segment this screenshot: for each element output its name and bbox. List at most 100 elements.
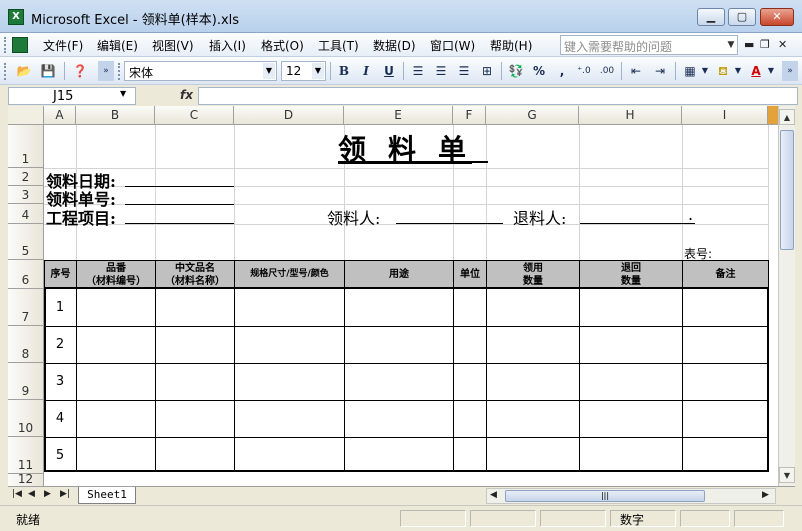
insert-function-button[interactable]: fx <box>180 88 193 102</box>
toolbar-grip[interactable] <box>118 63 121 80</box>
decrease-indent-icon[interactable]: ⇤ <box>626 61 646 81</box>
bold-button[interactable]: B <box>334 61 354 81</box>
scroll-right-icon[interactable]: ▶ <box>762 490 769 500</box>
comma-button[interactable]: , <box>552 61 572 81</box>
menu-help[interactable]: 帮助(H) <box>490 37 532 54</box>
chevron-down-icon[interactable]: ▼ <box>263 63 275 79</box>
menu-grip[interactable] <box>4 37 7 53</box>
column-header[interactable]: B <box>76 106 155 125</box>
vertical-scroll-thumb[interactable] <box>780 130 794 250</box>
workbook-icon[interactable] <box>12 37 28 53</box>
horizontal-scrollbar[interactable]: ◀ ||| ▶ <box>486 488 776 504</box>
name-box[interactable]: J15 <box>8 87 136 105</box>
menu-view[interactable]: 视图(V) <box>152 37 194 54</box>
row-header[interactable]: 7 <box>8 289 44 326</box>
table-row-number[interactable]: 2 <box>44 337 76 352</box>
scroll-down-icon[interactable]: ▼ <box>779 467 795 483</box>
column-header[interactable]: H <box>579 106 682 125</box>
menu-tools[interactable]: 工具(T) <box>318 37 359 54</box>
row-header[interactable]: 3 <box>8 186 44 204</box>
font-size-select[interactable]: 12 ▼ <box>281 61 326 81</box>
font-name-select[interactable]: 宋体 ▼ <box>124 61 277 81</box>
select-all-button[interactable] <box>8 106 44 125</box>
increase-decimal-icon[interactable]: ⁺.0 <box>574 61 594 81</box>
table-header-cell[interactable]: 用途 <box>344 261 453 288</box>
row-header[interactable]: 10 <box>8 400 44 437</box>
row-header[interactable]: 8 <box>8 326 44 363</box>
menu-insert[interactable]: 插入(I) <box>209 37 246 54</box>
column-header[interactable]: A <box>44 106 76 125</box>
chevron-down-icon[interactable]: ▼ <box>766 61 776 81</box>
column-header[interactable]: F <box>453 106 486 125</box>
column-header[interactable]: D <box>234 106 344 125</box>
mdi-restore-icon[interactable]: ❐ <box>760 38 770 51</box>
column-header-partial[interactable] <box>768 106 778 125</box>
align-left-icon[interactable]: ☰ <box>408 61 428 81</box>
table-header-cell[interactable]: 备注 <box>682 261 768 288</box>
table-header-cell[interactable]: 中文品名 （材料名称） <box>155 261 234 288</box>
decrease-decimal-icon[interactable]: .00 <box>597 61 617 81</box>
horizontal-scroll-thumb[interactable]: ||| <box>505 490 705 502</box>
fill-color-icon[interactable]: ⛾ <box>713 61 733 81</box>
row-header[interactable]: 2 <box>8 168 44 186</box>
formula-input[interactable] <box>198 87 798 105</box>
row-header[interactable]: 12 <box>8 472 44 486</box>
increase-indent-icon[interactable]: ⇥ <box>650 61 670 81</box>
chevron-down-icon[interactable]: ▼ <box>724 35 738 55</box>
scroll-up-icon[interactable]: ▲ <box>779 109 795 125</box>
toolbar-options-icon[interactable]: » <box>98 61 114 81</box>
row-header[interactable]: 5 <box>8 224 44 260</box>
excel-icon[interactable]: X <box>8 9 24 25</box>
italic-button[interactable]: I <box>356 61 376 81</box>
open-icon[interactable]: 📂 <box>14 61 34 81</box>
sheet-tab[interactable]: Sheet1 <box>78 487 136 504</box>
row-header[interactable]: 1 <box>8 125 44 168</box>
column-header[interactable]: E <box>344 106 453 125</box>
table-header-cell[interactable]: 序号 <box>45 261 76 288</box>
table-row-number[interactable]: 1 <box>44 300 76 315</box>
font-color-icon[interactable]: A <box>746 61 766 81</box>
help-search-input[interactable]: 键入需要帮助的问题 <box>560 35 738 55</box>
menu-file[interactable]: 文件(F) <box>43 37 83 54</box>
minimize-button[interactable]: ▁ <box>697 8 725 26</box>
row-header[interactable]: 9 <box>8 363 44 400</box>
underline-button[interactable]: U <box>379 61 399 81</box>
prev-sheet-icon[interactable]: ◀ <box>28 489 35 499</box>
chevron-down-icon[interactable]: ▼ <box>733 61 743 81</box>
toolbar-grip[interactable] <box>4 63 7 80</box>
table-header-cell[interactable]: 规格尺寸/型号/颜色 <box>234 261 344 288</box>
align-center-icon[interactable]: ☰ <box>431 61 451 81</box>
menu-data[interactable]: 数据(D) <box>373 37 416 54</box>
chevron-down-icon[interactable]: ▼ <box>312 63 324 79</box>
table-header-cell[interactable]: 退回 数量 <box>579 261 682 288</box>
menu-window[interactable]: 窗口(W) <box>430 37 475 54</box>
menu-format[interactable]: 格式(O) <box>261 37 304 54</box>
table-header-cell[interactable]: 品番 （材料编号） <box>76 261 155 288</box>
chevron-down-icon[interactable]: ▼ <box>120 89 126 98</box>
column-header[interactable]: G <box>486 106 579 125</box>
worksheet-grid[interactable]: A B C D E F G H I 1 2 3 4 5 6 7 8 9 10 1… <box>8 106 778 486</box>
toolbar-options-icon[interactable]: » <box>782 61 798 81</box>
scroll-left-icon[interactable]: ◀ <box>490 490 497 500</box>
merge-center-icon[interactable]: ⊞ <box>477 61 497 81</box>
vertical-scrollbar[interactable]: ▲ ▼ <box>778 106 795 486</box>
borders-icon[interactable]: ▦ <box>680 61 700 81</box>
last-sheet-icon[interactable]: ▶| <box>60 489 70 499</box>
table-header-cell[interactable]: 单位 <box>453 261 486 288</box>
help-icon[interactable]: ❓ <box>70 61 90 81</box>
column-header[interactable]: C <box>155 106 234 125</box>
maximize-button[interactable]: ▢ <box>728 8 756 26</box>
mdi-minimize-icon[interactable]: ▬ <box>744 38 754 51</box>
row-header[interactable]: 4 <box>8 204 44 224</box>
currency-icon[interactable]: 💱 <box>506 61 526 81</box>
first-sheet-icon[interactable]: |◀ <box>12 489 22 499</box>
table-row-number[interactable]: 5 <box>44 448 76 463</box>
table-row-number[interactable]: 4 <box>44 411 76 426</box>
percent-button[interactable]: % <box>529 61 549 81</box>
chevron-down-icon[interactable]: ▼ <box>700 61 710 81</box>
close-button[interactable]: ✕ <box>760 8 794 26</box>
next-sheet-icon[interactable]: ▶ <box>44 489 51 499</box>
table-row-number[interactable]: 3 <box>44 374 76 389</box>
save-icon[interactable]: 💾 <box>38 61 58 81</box>
column-header[interactable]: I <box>682 106 768 125</box>
